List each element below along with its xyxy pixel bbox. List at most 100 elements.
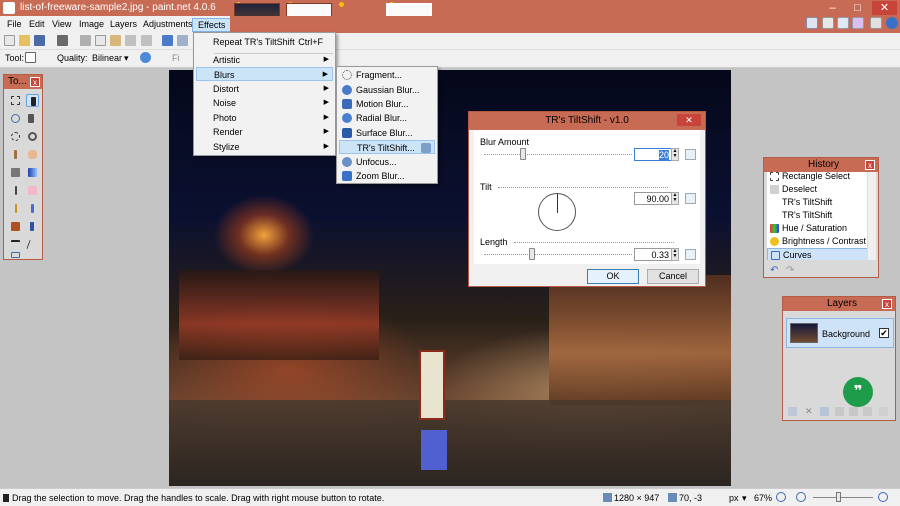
eraser-tool[interactable] <box>26 184 39 197</box>
clone-stamp-tool[interactable] <box>9 220 22 233</box>
zoom-in-icon[interactable] <box>878 492 888 502</box>
delete-layer-icon[interactable]: ✕ <box>805 407 814 416</box>
length-track[interactable] <box>484 254 632 255</box>
tools-toggle-icon[interactable] <box>806 17 818 29</box>
crop-icon[interactable] <box>125 35 136 46</box>
new-image-icon[interactable] <box>4 35 15 46</box>
blur-amount-spinner[interactable]: ▲ ▼ <box>671 148 679 161</box>
ellipse-select-tool[interactable] <box>9 130 22 143</box>
menu-distort[interactable]: Distort ▶ <box>196 82 333 96</box>
layer-row[interactable]: Background ✔ <box>786 318 894 348</box>
menu-gaussian-blur[interactable]: Gaussian Blur... <box>339 83 435 97</box>
length-input[interactable]: 0.33 <box>634 248 672 261</box>
close-button[interactable]: ✕ <box>872 1 897 15</box>
layer-properties-icon[interactable] <box>879 407 888 416</box>
history-redo-icon[interactable]: ↷ <box>786 265 794 276</box>
menu-image[interactable]: Image <box>74 18 109 32</box>
maximize-button[interactable]: □ <box>845 1 870 15</box>
tilt-input[interactable]: 90.00 <box>634 192 672 205</box>
merge-layer-icon[interactable] <box>835 407 844 416</box>
add-layer-icon[interactable] <box>788 407 797 416</box>
pan-tool[interactable] <box>26 148 39 161</box>
menu-motion-blur[interactable]: Motion Blur... <box>339 97 435 111</box>
menu-repeat-effect[interactable]: Repeat TR's TiltShift Ctrl+F <box>196 35 333 49</box>
history-item-selected[interactable]: Curves <box>767 248 873 260</box>
menu-unfocus[interactable]: Unfocus... <box>339 155 435 169</box>
ok-button[interactable]: OK <box>587 269 639 284</box>
layers-toggle-icon[interactable] <box>837 17 849 29</box>
menu-effects[interactable]: Effects <box>192 18 232 32</box>
tilt-angle-dial[interactable] <box>538 193 576 231</box>
colors-toggle-icon[interactable] <box>852 17 864 29</box>
history-item[interactable]: TR's TiltShift <box>767 196 873 209</box>
menu-blurs[interactable]: Blurs ▶ <box>196 67 333 81</box>
move-selection-tool-icon[interactable] <box>25 52 36 63</box>
quality-select[interactable]: Bilinear <box>89 52 125 65</box>
print-icon[interactable] <box>57 35 68 46</box>
zoom-tool[interactable] <box>26 130 39 143</box>
menu-file[interactable]: File <box>2 18 27 32</box>
length-slider[interactable] <box>529 248 535 260</box>
lasso-select-tool[interactable] <box>9 112 22 125</box>
menu-adjustments[interactable]: Adjustments <box>138 18 198 32</box>
quote-fab-icon[interactable]: ❞ <box>843 377 873 407</box>
paste-icon[interactable] <box>110 35 121 46</box>
help-icon[interactable] <box>886 17 898 29</box>
menu-photo[interactable]: Photo ▶ <box>196 111 333 125</box>
menu-edit[interactable]: Edit <box>24 18 50 32</box>
menu-view[interactable]: View <box>47 18 76 32</box>
pencil-tool[interactable] <box>9 202 22 215</box>
length-reset-icon[interactable] <box>685 249 696 260</box>
menu-fragment[interactable]: Fragment... <box>339 68 435 82</box>
copy-icon[interactable] <box>95 35 106 46</box>
menu-render[interactable]: Render ▶ <box>196 125 333 139</box>
minimize-button[interactable]: – <box>820 1 845 15</box>
open-folder-icon[interactable] <box>19 35 30 46</box>
finish-label[interactable]: Fi <box>172 53 180 63</box>
unit-dropdown-chevron-icon[interactable]: ▾ <box>742 493 747 504</box>
history-item[interactable]: Brightness / Contrast <box>767 235 873 248</box>
tilt-spinner[interactable]: ▲ ▼ <box>671 192 679 205</box>
menu-layers[interactable]: Layers <box>105 18 142 32</box>
shapes-tool[interactable] <box>9 250 22 259</box>
blur-amount-track[interactable] <box>484 154 632 155</box>
color-picker-tool[interactable] <box>26 202 39 215</box>
move-selection-tool[interactable] <box>26 94 39 107</box>
save-icon[interactable] <box>34 35 45 46</box>
cut-icon[interactable] <box>80 35 91 46</box>
cancel-button[interactable]: Cancel <box>647 269 699 284</box>
dialog-close-button[interactable]: ✕ <box>677 114 701 126</box>
zoom-out-icon[interactable] <box>796 492 806 502</box>
history-scrollbar[interactable] <box>867 172 876 260</box>
redo-icon[interactable] <box>177 35 188 46</box>
tools-panel-close-button[interactable]: x <box>30 77 40 87</box>
move-selected-tool[interactable] <box>26 112 39 125</box>
zoom-to-window-icon[interactable] <box>776 492 786 502</box>
line-curve-tool[interactable] <box>26 238 39 251</box>
blur-amount-reset-icon[interactable] <box>685 149 696 160</box>
rectangle-select-tool[interactable] <box>9 94 22 107</box>
zoom-slider-track[interactable] <box>813 497 873 498</box>
layer-visible-checkbox[interactable]: ✔ <box>879 328 889 338</box>
paint-bucket-tool[interactable] <box>9 166 22 179</box>
length-spinner[interactable]: ▲ ▼ <box>671 248 679 261</box>
duplicate-layer-icon[interactable] <box>820 407 829 416</box>
history-panel-close-button[interactable]: x <box>865 160 875 170</box>
menu-surface-blur[interactable]: Surface Blur... <box>339 126 435 140</box>
move-layer-up-icon[interactable] <box>849 407 858 416</box>
paintbrush-tool[interactable] <box>9 184 22 197</box>
move-layer-down-icon[interactable] <box>863 407 872 416</box>
zoom-slider-thumb[interactable] <box>836 492 841 502</box>
menu-noise[interactable]: Noise ▶ <box>196 96 333 110</box>
zoom-level[interactable]: 67% <box>754 493 772 503</box>
history-item[interactable]: TR's TiltShift <box>767 209 873 222</box>
recolor-tool[interactable] <box>26 220 39 233</box>
history-item[interactable]: Deselect <box>767 183 873 196</box>
menu-stylize[interactable]: Stylize ▶ <box>196 140 333 154</box>
layers-panel-close-button[interactable]: x <box>882 299 892 309</box>
menu-zoom-blur[interactable]: Zoom Blur... <box>339 169 435 183</box>
history-item[interactable]: Hue / Saturation <box>767 222 873 235</box>
undo-icon[interactable] <box>162 35 173 46</box>
deselect-icon[interactable] <box>141 35 152 46</box>
history-toggle-icon[interactable] <box>822 17 834 29</box>
